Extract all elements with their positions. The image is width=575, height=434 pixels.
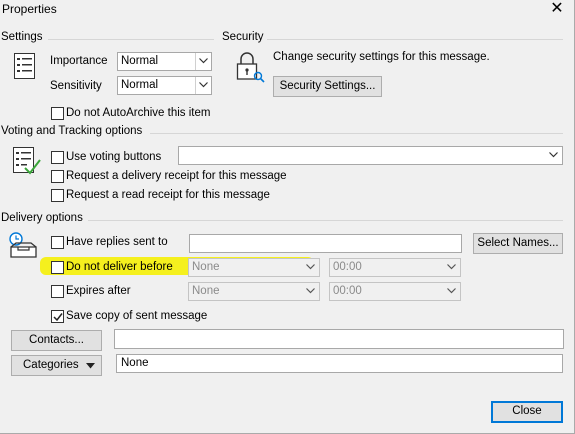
chevron-down-icon: [195, 53, 211, 70]
settings-list-icon: [13, 52, 37, 80]
autoarchive-label[interactable]: Do not AutoArchive this item: [66, 107, 210, 119]
use-voting-checkbox[interactable]: [51, 151, 64, 164]
security-lock-icon: [234, 50, 266, 84]
voting-buttons-select[interactable]: [178, 146, 563, 165]
properties-dialog: Properties ✕ Settings Importance Normal …: [0, 0, 575, 434]
importance-label: Importance: [50, 55, 108, 67]
deliver-before-time-value: 00:00: [333, 261, 362, 273]
settings-header: Settings: [1, 31, 43, 43]
deliver-before-label[interactable]: Do not deliver before: [66, 261, 173, 273]
window-title: Properties: [2, 2, 57, 16]
categories-button-label: Categories: [23, 359, 79, 371]
replies-label[interactable]: Have replies sent to: [66, 236, 168, 248]
delivery-header: Delivery options: [1, 212, 83, 224]
expires-checkbox[interactable]: [51, 285, 64, 298]
importance-select[interactable]: Normal: [117, 52, 212, 71]
delivery-receipt-label[interactable]: Request a delivery receipt for this mess…: [66, 170, 287, 182]
use-voting-label[interactable]: Use voting buttons: [66, 151, 161, 163]
expires-date-select[interactable]: None: [188, 282, 320, 301]
chevron-down-icon: [303, 283, 319, 300]
deliver-before-checkbox[interactable]: [51, 261, 64, 274]
chevron-down-icon: [195, 77, 211, 94]
expires-date-value: None: [192, 285, 220, 297]
delivery-clock-tray-icon: [8, 231, 40, 261]
voting-header: Voting and Tracking options: [1, 125, 143, 137]
delivery-receipt-checkbox[interactable]: [51, 170, 64, 183]
deliver-before-date-value: None: [192, 261, 220, 273]
read-receipt-label[interactable]: Request a read receipt for this message: [66, 189, 270, 201]
settings-divider: [48, 39, 214, 40]
deliver-before-time-select[interactable]: 00:00: [329, 258, 461, 277]
autoarchive-checkbox[interactable]: [51, 107, 64, 120]
chevron-down-icon: [546, 147, 562, 164]
security-header: Security: [222, 31, 264, 43]
contacts-button[interactable]: Contacts...: [11, 330, 102, 351]
security-divider: [267, 39, 563, 40]
deliver-before-date-select[interactable]: None: [188, 258, 320, 277]
expires-time-select[interactable]: 00:00: [329, 282, 461, 301]
contacts-input[interactable]: [114, 329, 564, 349]
save-copy-checkbox[interactable]: [51, 310, 64, 323]
close-button[interactable]: Close: [491, 401, 563, 423]
dropdown-arrow-icon: [86, 363, 95, 369]
voting-divider: [150, 133, 563, 134]
chevron-down-icon: [303, 259, 319, 276]
replies-checkbox[interactable]: [51, 236, 64, 249]
categories-button[interactable]: Categories: [11, 355, 102, 376]
security-description: Change security settings for this messag…: [273, 51, 490, 63]
window-close-button[interactable]: ✕: [548, 0, 566, 18]
chevron-down-icon: [444, 283, 460, 300]
save-copy-label[interactable]: Save copy of sent message: [66, 310, 207, 322]
checkmark-icon: [53, 313, 63, 322]
read-receipt-checkbox[interactable]: [51, 189, 64, 202]
importance-value: Normal: [121, 55, 159, 67]
chevron-down-icon: [444, 259, 460, 276]
delivery-divider: [88, 220, 563, 221]
expires-label[interactable]: Expires after: [66, 285, 131, 297]
expires-time-value: 00:00: [333, 285, 362, 297]
sensitivity-label: Sensitivity: [50, 80, 102, 92]
sensitivity-value: Normal: [121, 79, 159, 91]
voting-checklist-icon: [12, 146, 42, 176]
categories-field: None: [116, 354, 563, 373]
select-names-button[interactable]: Select Names...: [473, 233, 563, 254]
security-settings-button[interactable]: Security Settings...: [273, 76, 382, 97]
sensitivity-select[interactable]: Normal: [117, 76, 212, 95]
replies-input[interactable]: [189, 234, 462, 253]
